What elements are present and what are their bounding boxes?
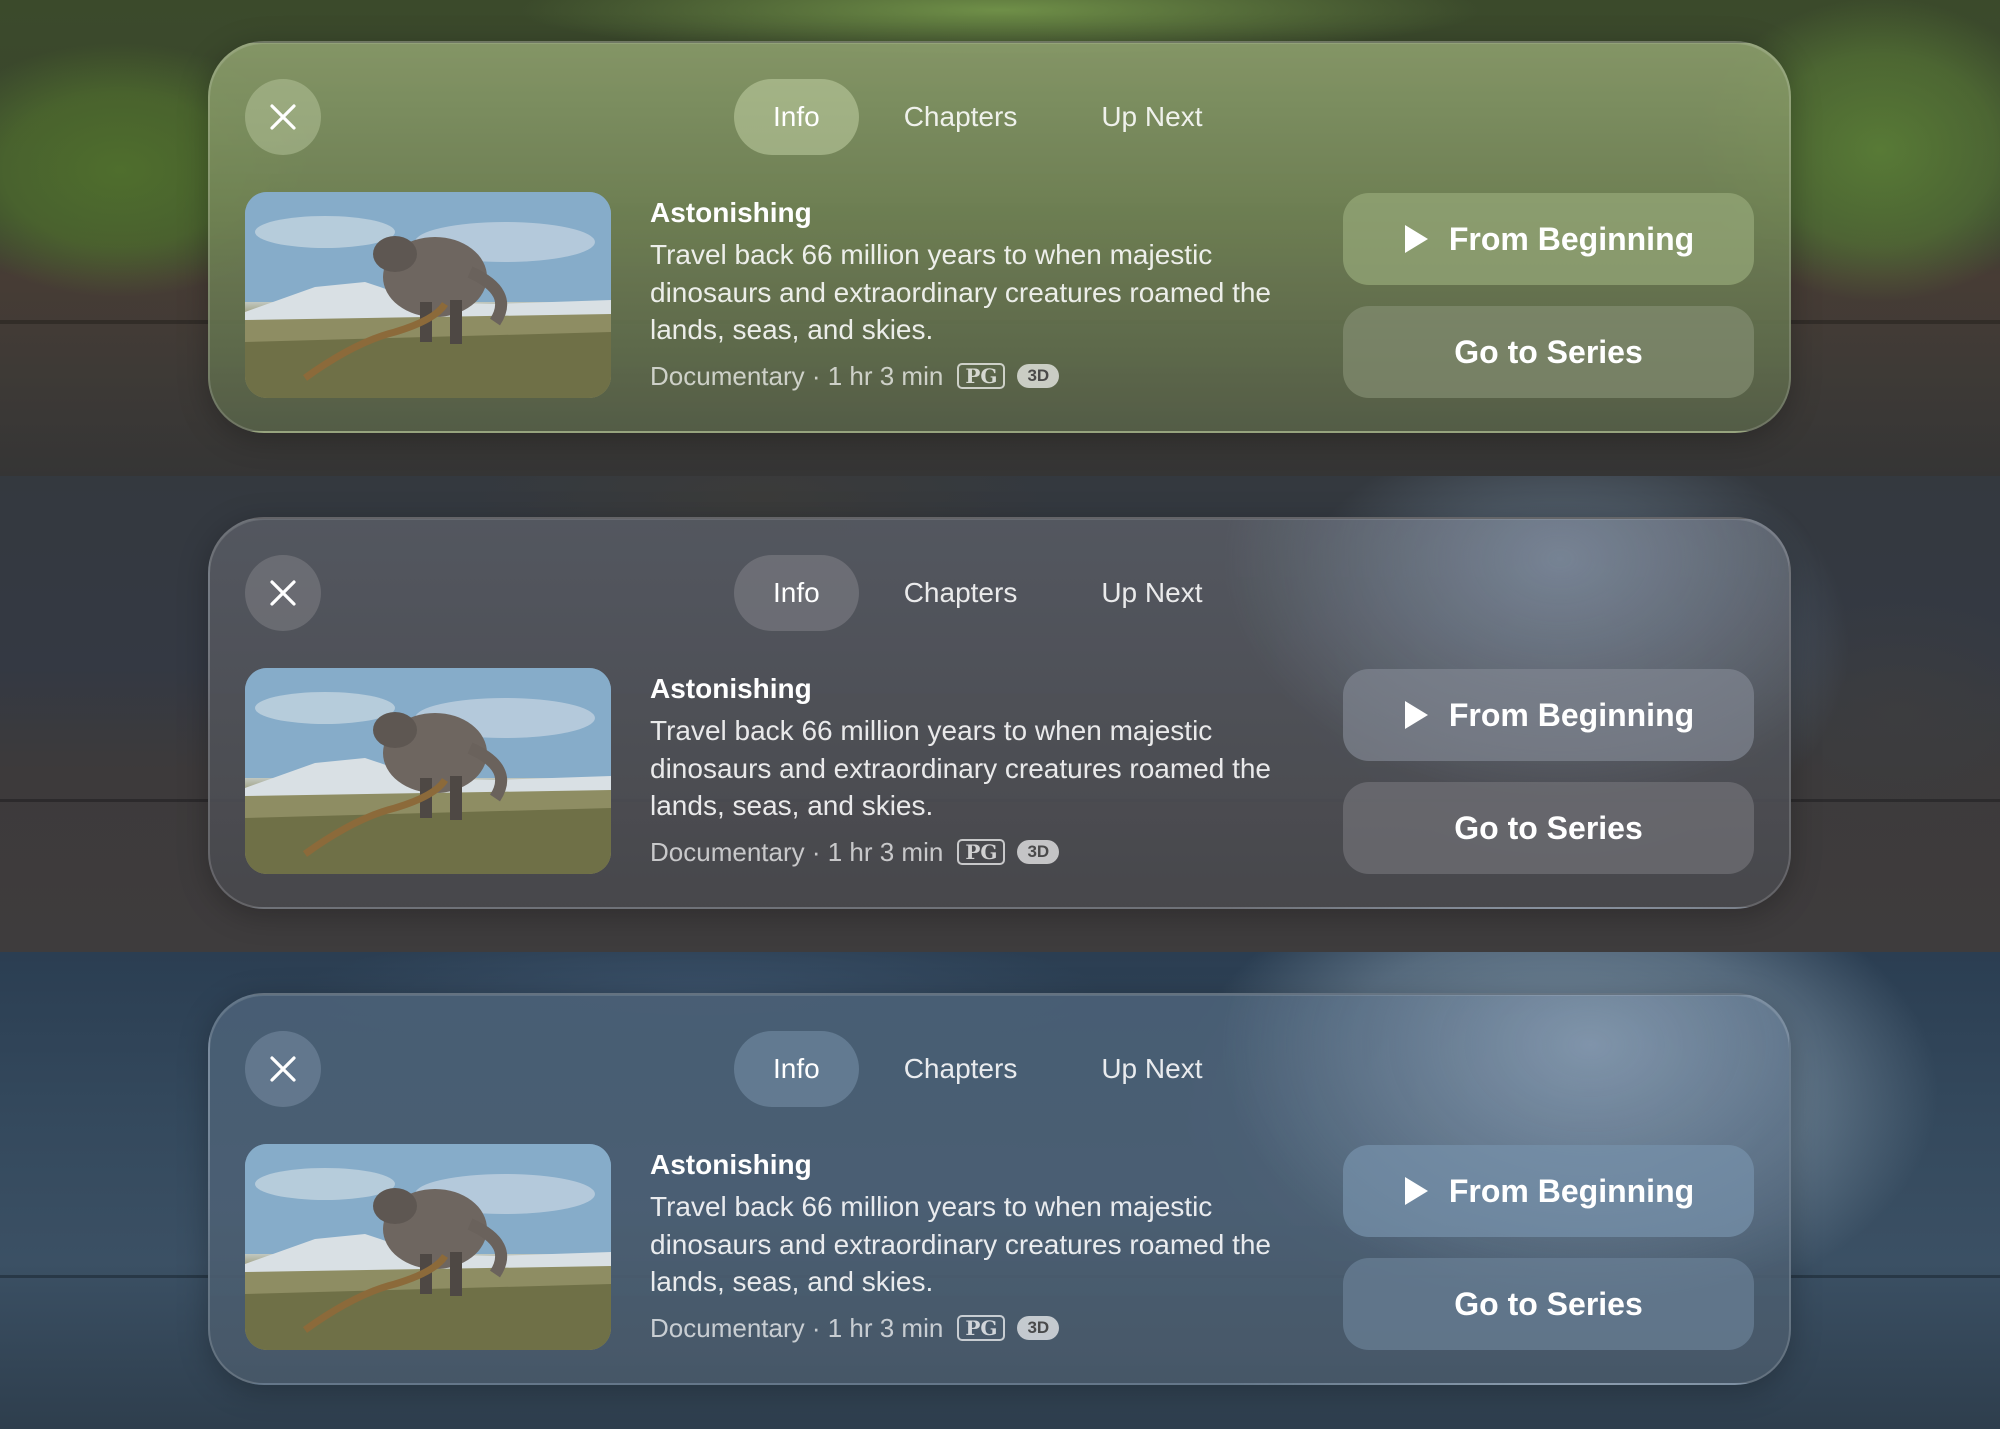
from-beginning-button[interactable]: From Beginning [1343,193,1754,285]
close-icon [270,1056,296,1082]
tab-chapters[interactable]: Chapters [865,79,1057,155]
tab-info[interactable]: Info [734,555,859,631]
media-title: Astonishing [650,673,812,704]
rating-badge: PG [957,839,1006,865]
media-info: Astonishing Travel back 66 million years… [650,195,1290,392]
media-description: Travel back 66 million years to when maj… [650,1191,1272,1297]
close-button[interactable] [245,555,321,631]
tab-bar: Info Chapters Up Next [734,1031,1241,1107]
media-description: Travel back 66 million years to when maj… [650,715,1272,821]
dinosaur-thumbnail [245,668,611,874]
rating-badge: PG [957,363,1006,389]
play-icon [1403,700,1429,730]
go-to-series-button[interactable]: Go to Series [1343,1258,1754,1350]
tab-info[interactable]: Info [734,1031,859,1107]
tab-up-next[interactable]: Up Next [1062,1031,1241,1107]
format-badge: 3D [1017,364,1060,388]
dinosaur-thumbnail [245,192,611,398]
info-panel-green: Info Chapters Up Next Astonishing Travel… [208,41,1791,433]
media-title: Astonishing [650,197,812,228]
media-meta: Documentary · 1 hr 3 min PG 3D [650,1313,1290,1344]
info-panel-gray: Info Chapters Up Next Astonishing Travel… [208,517,1791,909]
info-panel-blue: Info Chapters Up Next Astonishing Travel… [208,993,1791,1385]
tab-chapters[interactable]: Chapters [865,555,1057,631]
play-icon [1403,224,1429,254]
rating-badge: PG [957,1315,1006,1341]
media-title: Astonishing [650,1149,812,1180]
close-button[interactable] [245,1031,321,1107]
tab-chapters[interactable]: Chapters [865,1031,1057,1107]
format-badge: 3D [1017,1316,1060,1340]
dinosaur-thumbnail [245,1144,611,1350]
tab-bar: Info Chapters Up Next [734,555,1241,631]
media-genre-duration: Documentary · 1 hr 3 min [650,836,944,867]
go-to-series-label: Go to Series [1454,809,1643,846]
media-info: Astonishing Travel back 66 million years… [650,1147,1290,1344]
go-to-series-label: Go to Series [1454,1285,1643,1322]
media-meta: Documentary · 1 hr 3 min PG 3D [650,361,1290,392]
from-beginning-button[interactable]: From Beginning [1343,669,1754,761]
close-button[interactable] [245,79,321,155]
play-icon [1403,1176,1429,1206]
media-genre-duration: Documentary · 1 hr 3 min [650,1312,944,1343]
media-info: Astonishing Travel back 66 million years… [650,671,1290,868]
tab-up-next[interactable]: Up Next [1062,79,1241,155]
from-beginning-button[interactable]: From Beginning [1343,1145,1754,1237]
from-beginning-label: From Beginning [1448,220,1695,257]
close-icon [270,580,296,606]
close-icon [270,104,296,130]
media-genre-duration: Documentary · 1 hr 3 min [650,360,944,391]
format-badge: 3D [1017,840,1060,864]
tab-up-next[interactable]: Up Next [1062,555,1241,631]
from-beginning-label: From Beginning [1448,1172,1695,1209]
tab-bar: Info Chapters Up Next [734,79,1241,155]
go-to-series-label: Go to Series [1454,333,1643,370]
media-description: Travel back 66 million years to when maj… [650,239,1272,345]
from-beginning-label: From Beginning [1448,696,1695,733]
go-to-series-button[interactable]: Go to Series [1343,782,1754,874]
go-to-series-button[interactable]: Go to Series [1343,306,1754,398]
media-meta: Documentary · 1 hr 3 min PG 3D [650,837,1290,868]
tab-info[interactable]: Info [734,79,859,155]
